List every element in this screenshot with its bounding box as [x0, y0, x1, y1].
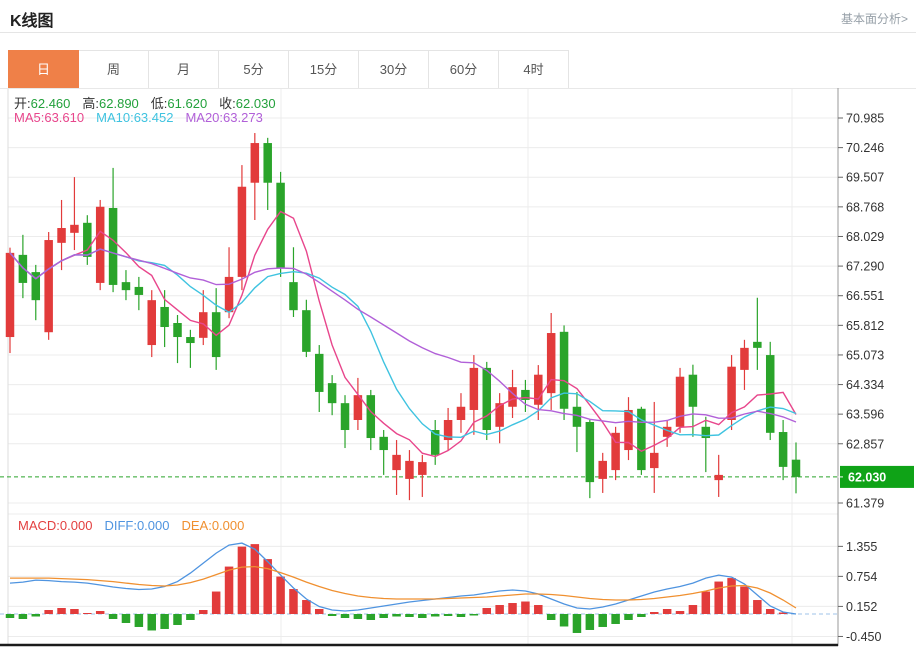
svg-text:1.355: 1.355: [846, 540, 877, 554]
candles: [5, 133, 801, 501]
info-label: MA10:: [96, 110, 134, 125]
info-label: 低:: [150, 96, 168, 111]
ma-info: MA5:63.610 MA10:63.452 MA20:63.273: [14, 110, 275, 125]
grid: [7, 89, 838, 644]
tab-5分[interactable]: 5分: [219, 50, 289, 89]
svg-text:70.246: 70.246: [846, 141, 884, 155]
info-value: 0.000: [136, 518, 170, 533]
info-value: 61.620: [167, 96, 208, 111]
info-label: MA20:: [185, 110, 224, 125]
tab-日[interactable]: 日: [8, 50, 79, 89]
info-label: MACD:: [18, 518, 60, 533]
diff-line: [9, 542, 797, 615]
fundamental-analysis-link[interactable]: 基本面分析>: [841, 10, 908, 27]
svg-text:63.596: 63.596: [846, 408, 884, 422]
svg-text:64.334: 64.334: [846, 378, 884, 392]
tab-4时[interactable]: 4时: [499, 50, 569, 89]
tab-60分[interactable]: 60分: [429, 50, 499, 89]
tab-月[interactable]: 月: [149, 50, 219, 89]
svg-text:65.073: 65.073: [846, 348, 884, 362]
info-label: 开:: [14, 96, 31, 111]
info-label: 高:: [82, 96, 100, 111]
price-axis: 70.985 70.246 69.507 68.768 68.029 67.290 66.5…: [837, 88, 884, 646]
info-label: DEA:: [181, 518, 212, 533]
candlestick-chart[interactable]: 70.985 70.246 69.507 68.768 68.029 67.290 66.5…: [0, 88, 916, 648]
info-value: 62.030: [235, 96, 276, 111]
svg-text:68.029: 68.029: [846, 230, 884, 244]
info-label: DIFF:: [104, 518, 137, 533]
page-header: K线图 基本面分析>: [0, 0, 916, 33]
svg-text:68.768: 68.768: [846, 200, 884, 214]
macd-info: MACD:0.000 DIFF:0.000 DEA:0.000: [18, 518, 256, 533]
info-value: 0.000: [59, 518, 93, 533]
svg-text:66.551: 66.551: [846, 289, 884, 303]
info-value: 0.000: [211, 518, 245, 533]
svg-text:67.290: 67.290: [846, 260, 884, 274]
info-value: 62.890: [99, 96, 139, 111]
tab-15分[interactable]: 15分: [289, 50, 359, 89]
svg-text:-0.450: -0.450: [846, 630, 881, 644]
tab-周[interactable]: 周: [79, 50, 149, 89]
interval-tabs: 日周月 5分 15分 30分 60分 4时: [8, 50, 569, 89]
tab-30分[interactable]: 30分: [359, 50, 429, 89]
svg-text:70.985: 70.985: [846, 112, 884, 126]
info-label: 收:: [219, 96, 236, 111]
info-label: MA5:: [14, 110, 45, 125]
info-value: 63.610: [44, 110, 85, 125]
svg-text:61.379: 61.379: [846, 497, 884, 511]
page-title: K线图: [10, 13, 54, 30]
svg-text:0.754: 0.754: [846, 570, 877, 584]
svg-text:65.812: 65.812: [846, 319, 884, 333]
info-value: 63.452: [133, 110, 174, 125]
svg-text:62.857: 62.857: [846, 437, 884, 451]
svg-text:62.030: 62.030: [848, 470, 886, 484]
svg-text:0.152: 0.152: [846, 600, 877, 614]
svg-text:69.507: 69.507: [846, 171, 884, 185]
info-value: 62.460: [30, 96, 71, 111]
info-value: 63.273: [223, 110, 263, 125]
current-price-badge: 62.030: [838, 465, 914, 488]
